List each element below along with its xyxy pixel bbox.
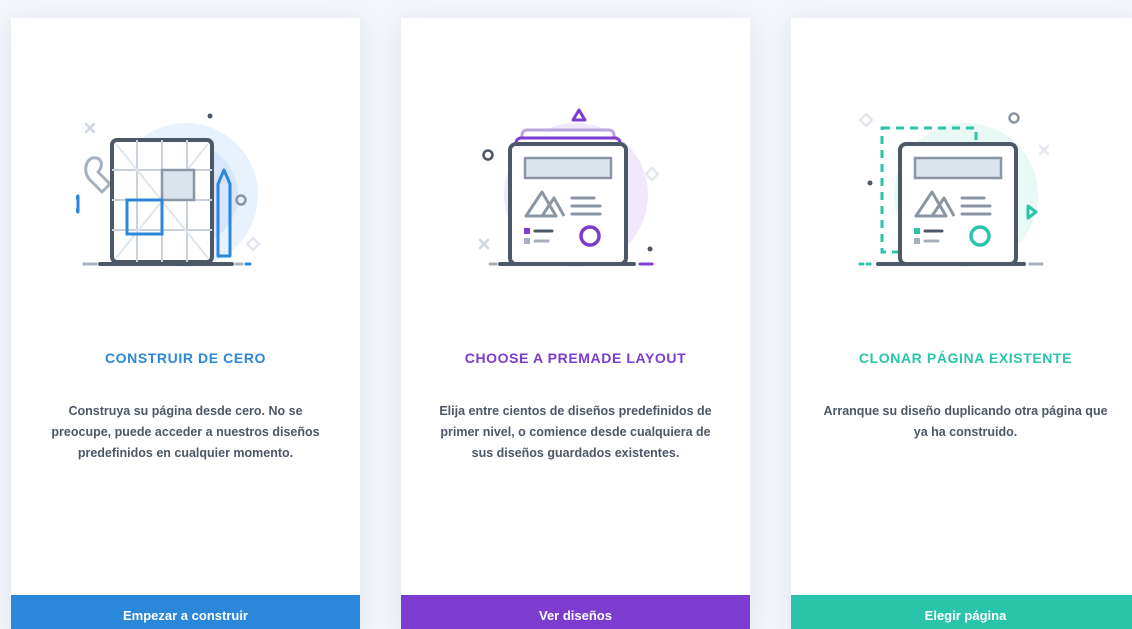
card-description: Construya su página desde cero. No se pr… xyxy=(51,404,320,460)
layout-chooser: CONSTRUIR DE CERO Construya su página de… xyxy=(0,0,1132,629)
view-layouts-button[interactable]: Ver diseños xyxy=(401,595,750,629)
layout-document-icon xyxy=(478,108,660,267)
blueprint-icon xyxy=(75,113,261,267)
clone-page-card[interactable]: CLONAR PÁGINA EXISTENTE Arranque su dise… xyxy=(791,18,1132,629)
card-title: CLONAR PÁGINA EXISTENTE xyxy=(858,350,1073,366)
premade-layout-illustration xyxy=(401,88,750,288)
clone-document-icon xyxy=(857,112,1049,267)
card-description: Arranque su diseño duplicando otra págin… xyxy=(823,404,1108,439)
clone-page-illustration xyxy=(791,88,1132,288)
card-description: Elija entre cientos de diseños predefini… xyxy=(439,404,712,460)
card-title: CHOOSE A PREMADE LAYOUT xyxy=(464,350,687,366)
build-from-scratch-card[interactable]: CONSTRUIR DE CERO Construya su página de… xyxy=(11,18,360,629)
build-from-scratch-illustration xyxy=(11,88,360,288)
card-title: CONSTRUIR DE CERO xyxy=(104,350,267,366)
choose-page-button[interactable]: Elegir página xyxy=(791,595,1132,629)
premade-layout-card[interactable]: CHOOSE A PREMADE LAYOUT Elija entre cien… xyxy=(401,18,750,629)
start-building-button[interactable]: Empezar a construir xyxy=(11,595,360,629)
